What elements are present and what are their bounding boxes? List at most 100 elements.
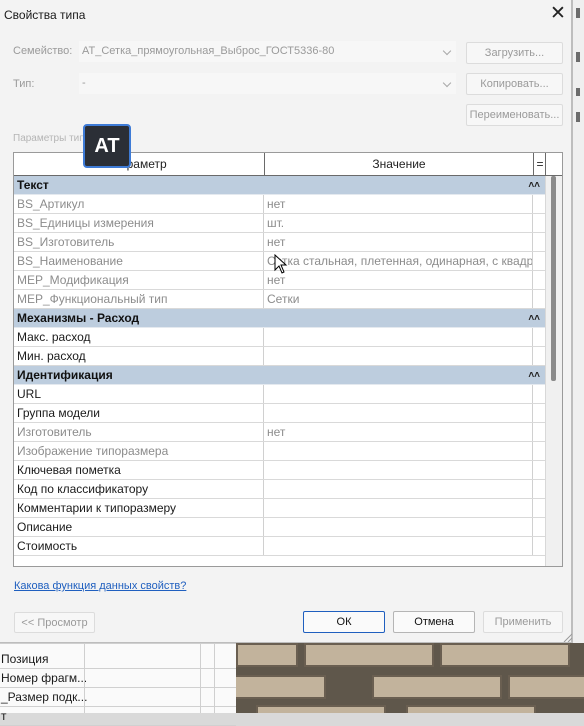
formula-cell[interactable]: [534, 385, 545, 403]
formula-cell[interactable]: [534, 537, 545, 555]
param-value[interactable]: Сетка стальная, плетенная, одинарная, с …: [265, 252, 533, 270]
param-name: Стоимость: [14, 537, 264, 555]
collapse-icon[interactable]: ˄˄: [528, 309, 540, 328]
resize-grip-icon[interactable]: [562, 632, 572, 642]
formula-cell[interactable]: [534, 518, 545, 536]
background-col-line: [200, 644, 201, 713]
table-row: Макс. расход: [14, 328, 545, 347]
param-value[interactable]: [265, 518, 533, 536]
table-row: Мин. расход: [14, 347, 545, 366]
param-value[interactable]: [265, 537, 533, 555]
formula-cell[interactable]: [534, 499, 545, 517]
background-mark: [576, 88, 580, 96]
param-value[interactable]: нет: [265, 195, 533, 213]
param-value[interactable]: [265, 328, 533, 346]
brick: [304, 643, 434, 667]
param-name: BS_Единицы измерения: [14, 214, 264, 232]
column-divider: [545, 153, 546, 175]
type-label: Тип:: [13, 78, 35, 90]
type-dropdown[interactable]: -: [79, 73, 456, 94]
collapse-icon[interactable]: ˄˄: [528, 366, 540, 385]
brick: [256, 705, 386, 713]
table-row: Код по классификатору: [14, 480, 545, 499]
formula-cell[interactable]: [534, 461, 545, 479]
formula-cell: [534, 214, 545, 232]
table-row: MEP_Функциональный тип Сетки: [14, 290, 545, 309]
help-link[interactable]: Какова функция данных свойств?: [14, 580, 186, 592]
type-parameters-label: Параметры типа: [13, 133, 91, 144]
formula-cell: [534, 271, 545, 289]
group-header-text[interactable]: Текст ˄˄: [14, 176, 545, 195]
background-app-edge: [572, 0, 584, 713]
table-row: Изображение типоразмера: [14, 442, 545, 461]
background-col-line: [84, 644, 85, 713]
family-label: Семейство:: [13, 45, 73, 57]
background-col-line: [214, 644, 215, 713]
table-row: Ключевая пометка: [14, 461, 545, 480]
type-parameters-table: Параметр Значение = Текст ˄˄ BS_Артикул н…: [13, 152, 563, 567]
brick: [508, 675, 584, 699]
background-mark: [576, 112, 580, 122]
group-title: Идентификация: [17, 368, 113, 382]
type-properties-dialog: Свойства типа ✕ Семейство: AT_Сетка_прям…: [0, 0, 572, 643]
param-value[interactable]: нет: [265, 423, 533, 441]
apply-button[interactable]: Применить: [483, 611, 563, 633]
param-value[interactable]: [265, 480, 533, 498]
formula-cell[interactable]: [534, 404, 545, 422]
param-value[interactable]: [265, 442, 533, 460]
table-scrollbar[interactable]: [545, 176, 562, 566]
collapse-icon[interactable]: ˄˄: [528, 176, 540, 195]
close-button[interactable]: ✕: [544, 2, 572, 28]
dialog-titlebar[interactable]: Свойства типа ✕: [0, 0, 572, 30]
load-button[interactable]: Загрузить...: [466, 42, 563, 64]
param-name: URL: [14, 385, 264, 403]
rename-button[interactable]: Переименовать...: [466, 104, 563, 126]
at-overlay-badge: AT: [83, 124, 131, 168]
param-name: Изображение типоразмера: [14, 442, 264, 460]
table-body: Текст ˄˄ BS_Артикул нет BS_Единицы измере…: [14, 176, 545, 566]
type-value: -: [82, 77, 86, 89]
group-header-identification[interactable]: Идентификация ˄˄: [14, 366, 545, 385]
brick: [406, 705, 536, 713]
param-name: Группа модели: [14, 404, 264, 422]
param-value[interactable]: [265, 461, 533, 479]
group-title: Текст: [17, 178, 49, 192]
brick: [440, 643, 570, 667]
param-name: MEP_Функциональный тип: [14, 290, 264, 308]
formula-cell[interactable]: [534, 480, 545, 498]
param-value[interactable]: нет: [265, 271, 533, 289]
column-header-value[interactable]: Значение: [265, 153, 533, 175]
formula-cell: [534, 290, 545, 308]
brick: [372, 675, 502, 699]
preview-button[interactable]: << Просмотр: [14, 612, 95, 633]
param-value[interactable]: шт.: [265, 214, 533, 232]
group-header-mechanisms[interactable]: Механизмы - Расход ˄˄: [14, 309, 545, 328]
cancel-button[interactable]: Отмена: [393, 611, 475, 633]
param-name: Комментарии к типоразмеру: [14, 499, 264, 517]
param-value[interactable]: нет: [265, 233, 533, 251]
ok-button[interactable]: ОК: [303, 611, 385, 633]
param-value[interactable]: [265, 499, 533, 517]
family-dropdown[interactable]: AT_Сетка_прямоугольная_Выброс_ГОСТ5336-8…: [79, 41, 456, 62]
copy-button[interactable]: Копировать...: [466, 73, 563, 95]
column-header-parameter[interactable]: Параметр: [14, 153, 264, 175]
param-value[interactable]: [265, 347, 533, 365]
scrollbar-thumb[interactable]: [551, 176, 556, 381]
formula-cell: [534, 442, 545, 460]
mouse-cursor-icon: [274, 254, 288, 274]
table-row: Группа модели: [14, 404, 545, 423]
param-name: Изготовитель: [14, 423, 264, 441]
background-schedule-grid: Позиция Номер фрагм... _Размер подк... т: [0, 643, 236, 726]
formula-cell[interactable]: [534, 328, 545, 346]
param-value[interactable]: Сетки: [265, 290, 533, 308]
table-row: Стоимость: [14, 537, 545, 556]
formula-cell: [534, 252, 545, 270]
param-name: BS_Артикул: [14, 195, 264, 213]
formula-cell[interactable]: [534, 347, 545, 365]
brick: [236, 675, 326, 699]
param-value[interactable]: [265, 404, 533, 422]
param-name: MEP_Модификация: [14, 271, 264, 289]
table-row: Комментарии к типоразмеру: [14, 499, 545, 518]
param-value[interactable]: [265, 385, 533, 403]
background-mark: [576, 52, 580, 62]
